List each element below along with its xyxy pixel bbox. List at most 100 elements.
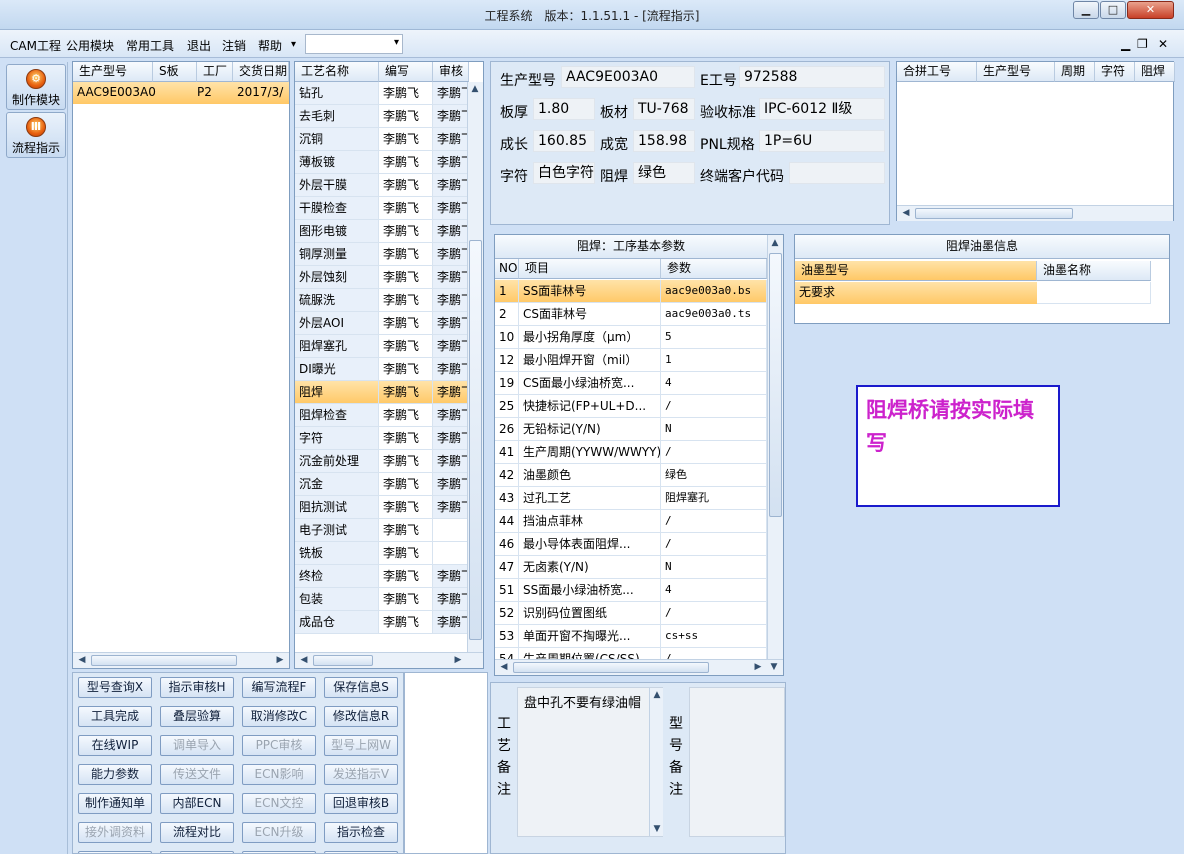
table-row[interactable]: 44 挡油点菲林 / bbox=[495, 510, 767, 533]
table-row[interactable]: 铣板 李鹏飞 bbox=[295, 542, 469, 565]
action-button[interactable]: 在线WIP bbox=[78, 735, 152, 756]
col-header[interactable]: S板 bbox=[153, 62, 197, 82]
col-header[interactable]: 生产型号 bbox=[73, 62, 153, 82]
action-button[interactable]: 取消修改C bbox=[242, 706, 316, 727]
pnl-field[interactable]: 1P=6U bbox=[759, 130, 885, 152]
close-button[interactable]: ✕ bbox=[1127, 1, 1174, 19]
mdi-close-button[interactable]: ✕ bbox=[1158, 37, 1168, 51]
table-row[interactable]: 外层干膜李鹏飞李鹏飞 bbox=[295, 174, 469, 197]
action-button[interactable]: 修改信息R bbox=[324, 706, 398, 727]
scroll-left-icon[interactable]: ◀ bbox=[497, 660, 511, 674]
table-row[interactable]: 外层蚀刻李鹏飞李鹏飞 bbox=[295, 266, 469, 289]
table-row[interactable]: 阻抗测试李鹏飞李鹏飞 bbox=[295, 496, 469, 519]
table-row[interactable]: 包装李鹏飞李鹏飞 bbox=[295, 588, 469, 611]
action-button[interactable]: 保存信息S bbox=[324, 677, 398, 698]
action-button[interactable]: 指示审核H bbox=[160, 677, 234, 698]
table-row[interactable]: 26 无铅标记(Y/N) N bbox=[495, 418, 767, 441]
width-field[interactable]: 158.98 bbox=[633, 130, 695, 152]
scroll-right-icon[interactable]: ▶ bbox=[451, 653, 465, 667]
table-row[interactable]: AAC9E003A0 P2 2017/3/ bbox=[73, 82, 289, 104]
menu-combo[interactable]: ▾ bbox=[305, 34, 403, 54]
scroll-left-icon[interactable]: ◀ bbox=[899, 206, 913, 220]
horizontal-scrollbar[interactable]: ◀ ▶ bbox=[295, 652, 483, 668]
action-button[interactable]: 能力参数 bbox=[78, 764, 152, 785]
action-button[interactable]: PPC审核 bbox=[242, 735, 316, 756]
standard-field[interactable]: IPC-6012 Ⅱ级 bbox=[759, 98, 885, 120]
scroll-up-icon[interactable]: ▲ bbox=[650, 688, 664, 702]
mdi-restore-button[interactable]: ❐ bbox=[1137, 37, 1148, 51]
length-field[interactable]: 160.85 bbox=[533, 130, 595, 152]
table-row[interactable]: 10 最小拐角厚度（μm） 5 bbox=[495, 326, 767, 349]
table-row[interactable]: 41 生产周期(YYWW/WWYY) / bbox=[495, 441, 767, 464]
scroll-thumb[interactable] bbox=[91, 655, 237, 666]
action-button[interactable]: ECN文控 bbox=[242, 793, 316, 814]
scroll-down-icon[interactable]: ▼ bbox=[767, 660, 781, 674]
action-button[interactable]: 型号上网W bbox=[324, 735, 398, 756]
col-header[interactable]: 参数 bbox=[661, 259, 767, 279]
menu-tools[interactable]: 常用工具 bbox=[126, 37, 174, 54]
scroll-thumb[interactable] bbox=[469, 240, 482, 640]
table-row[interactable]: 字符李鹏飞李鹏飞 bbox=[295, 427, 469, 450]
scroll-left-icon[interactable]: ◀ bbox=[75, 653, 89, 667]
col-header[interactable]: 工厂 bbox=[197, 62, 233, 82]
table-row[interactable]: 沉金前处理李鹏飞李鹏飞 bbox=[295, 450, 469, 473]
table-row[interactable]: 外层AOI李鹏飞李鹏飞 bbox=[295, 312, 469, 335]
table-row[interactable]: 52 识别码位置图纸 / bbox=[495, 602, 767, 625]
table-row[interactable]: 42 油墨颜色 绿色 bbox=[495, 464, 767, 487]
table-row[interactable]: 薄板镀李鹏飞李鹏飞 bbox=[295, 151, 469, 174]
scroll-thumb[interactable] bbox=[513, 662, 709, 673]
action-button[interactable]: 型号查询X bbox=[78, 677, 152, 698]
menu-common-module[interactable]: 公用模块 bbox=[66, 37, 114, 54]
col-header[interactable]: 项目 bbox=[519, 259, 661, 279]
table-row[interactable]: 2 CS面菲林号 aac9e003a0.ts bbox=[495, 303, 767, 326]
table-row[interactable]: DI曝光李鹏飞李鹏飞 bbox=[295, 358, 469, 381]
table-row[interactable]: 47 无卤素(Y/N) N bbox=[495, 556, 767, 579]
table-row[interactable]: 53 单面开窗不掏曝光... cs+ss bbox=[495, 625, 767, 648]
table-row[interactable]: 去毛刺李鹏飞李鹏飞 bbox=[295, 105, 469, 128]
col-header[interactable]: 合拼工号 bbox=[897, 62, 977, 82]
menu-exit[interactable]: 退出 bbox=[187, 37, 211, 54]
action-button[interactable]: 发送指示V bbox=[324, 764, 398, 785]
nav-flow-instruction[interactable]: Ⅲ 流程指示 bbox=[6, 112, 66, 158]
ink-name-cell[interactable] bbox=[1037, 282, 1151, 304]
table-row[interactable]: 沉金李鹏飞李鹏飞 bbox=[295, 473, 469, 496]
action-button[interactable]: 接外调资料 bbox=[78, 822, 152, 843]
col-header[interactable]: 油墨型号 bbox=[795, 261, 1037, 281]
scroll-up-icon[interactable]: ▲ bbox=[768, 236, 782, 250]
scroll-down-icon[interactable]: ▼ bbox=[650, 822, 664, 836]
table-row[interactable]: 电子测试 李鹏飞 bbox=[295, 519, 469, 542]
mdi-minimize-button[interactable]: ▁ bbox=[1121, 37, 1130, 51]
model-field[interactable]: AAC9E003A0 bbox=[561, 66, 695, 88]
action-button[interactable]: 传送文件 bbox=[160, 764, 234, 785]
process-remark-field[interactable]: 盘中孔不要有绿油帽 bbox=[517, 687, 663, 837]
table-row[interactable]: 干膜检查李鹏飞李鹏飞 bbox=[295, 197, 469, 220]
menu-cam[interactable]: CAM工程 bbox=[10, 37, 61, 54]
scroll-right-icon[interactable]: ▶ bbox=[751, 660, 765, 674]
table-row[interactable]: 阻焊塞孔李鹏飞李鹏飞 bbox=[295, 335, 469, 358]
action-button[interactable]: 指示检查 bbox=[324, 822, 398, 843]
material-field[interactable]: TU-768 bbox=[633, 98, 695, 120]
col-header[interactable]: 工艺名称 bbox=[295, 62, 379, 82]
scroll-thumb[interactable] bbox=[915, 208, 1073, 219]
horizontal-scrollbar[interactable]: ◀ ▶ ▼ bbox=[495, 659, 783, 675]
thickness-field[interactable]: 1.80 bbox=[533, 98, 595, 120]
col-header[interactable]: 周期 bbox=[1055, 62, 1095, 82]
vertical-scrollbar[interactable]: ▲ bbox=[767, 235, 783, 660]
scroll-thumb[interactable] bbox=[313, 655, 373, 666]
scroll-right-icon[interactable]: ▶ bbox=[273, 653, 287, 667]
vertical-scrollbar[interactable]: ▲ bbox=[467, 82, 483, 652]
table-row[interactable]: 终检李鹏飞李鹏飞 bbox=[295, 565, 469, 588]
table-row[interactable]: 43 过孔工艺 阻焊塞孔 bbox=[495, 487, 767, 510]
e-number-field[interactable]: 972588 bbox=[739, 66, 885, 88]
action-button[interactable]: 工具完成 bbox=[78, 706, 152, 727]
col-header[interactable]: 字符 bbox=[1095, 62, 1135, 82]
action-button[interactable]: 制作通知单 bbox=[78, 793, 152, 814]
col-header[interactable]: 阻焊 bbox=[1135, 62, 1175, 82]
table-row[interactable]: 硫脲洗李鹏飞李鹏飞 bbox=[295, 289, 469, 312]
table-row[interactable]: 阻焊检查李鹏飞李鹏飞 bbox=[295, 404, 469, 427]
char-field[interactable]: 白色字符 bbox=[533, 162, 595, 184]
ink-model-cell[interactable]: 无要求 bbox=[795, 282, 1037, 304]
menu-logout[interactable]: 注销 bbox=[222, 37, 246, 54]
table-row[interactable]: 19 CS面最小绿油桥宽... 4 bbox=[495, 372, 767, 395]
col-header[interactable]: 油墨名称 bbox=[1037, 261, 1151, 281]
